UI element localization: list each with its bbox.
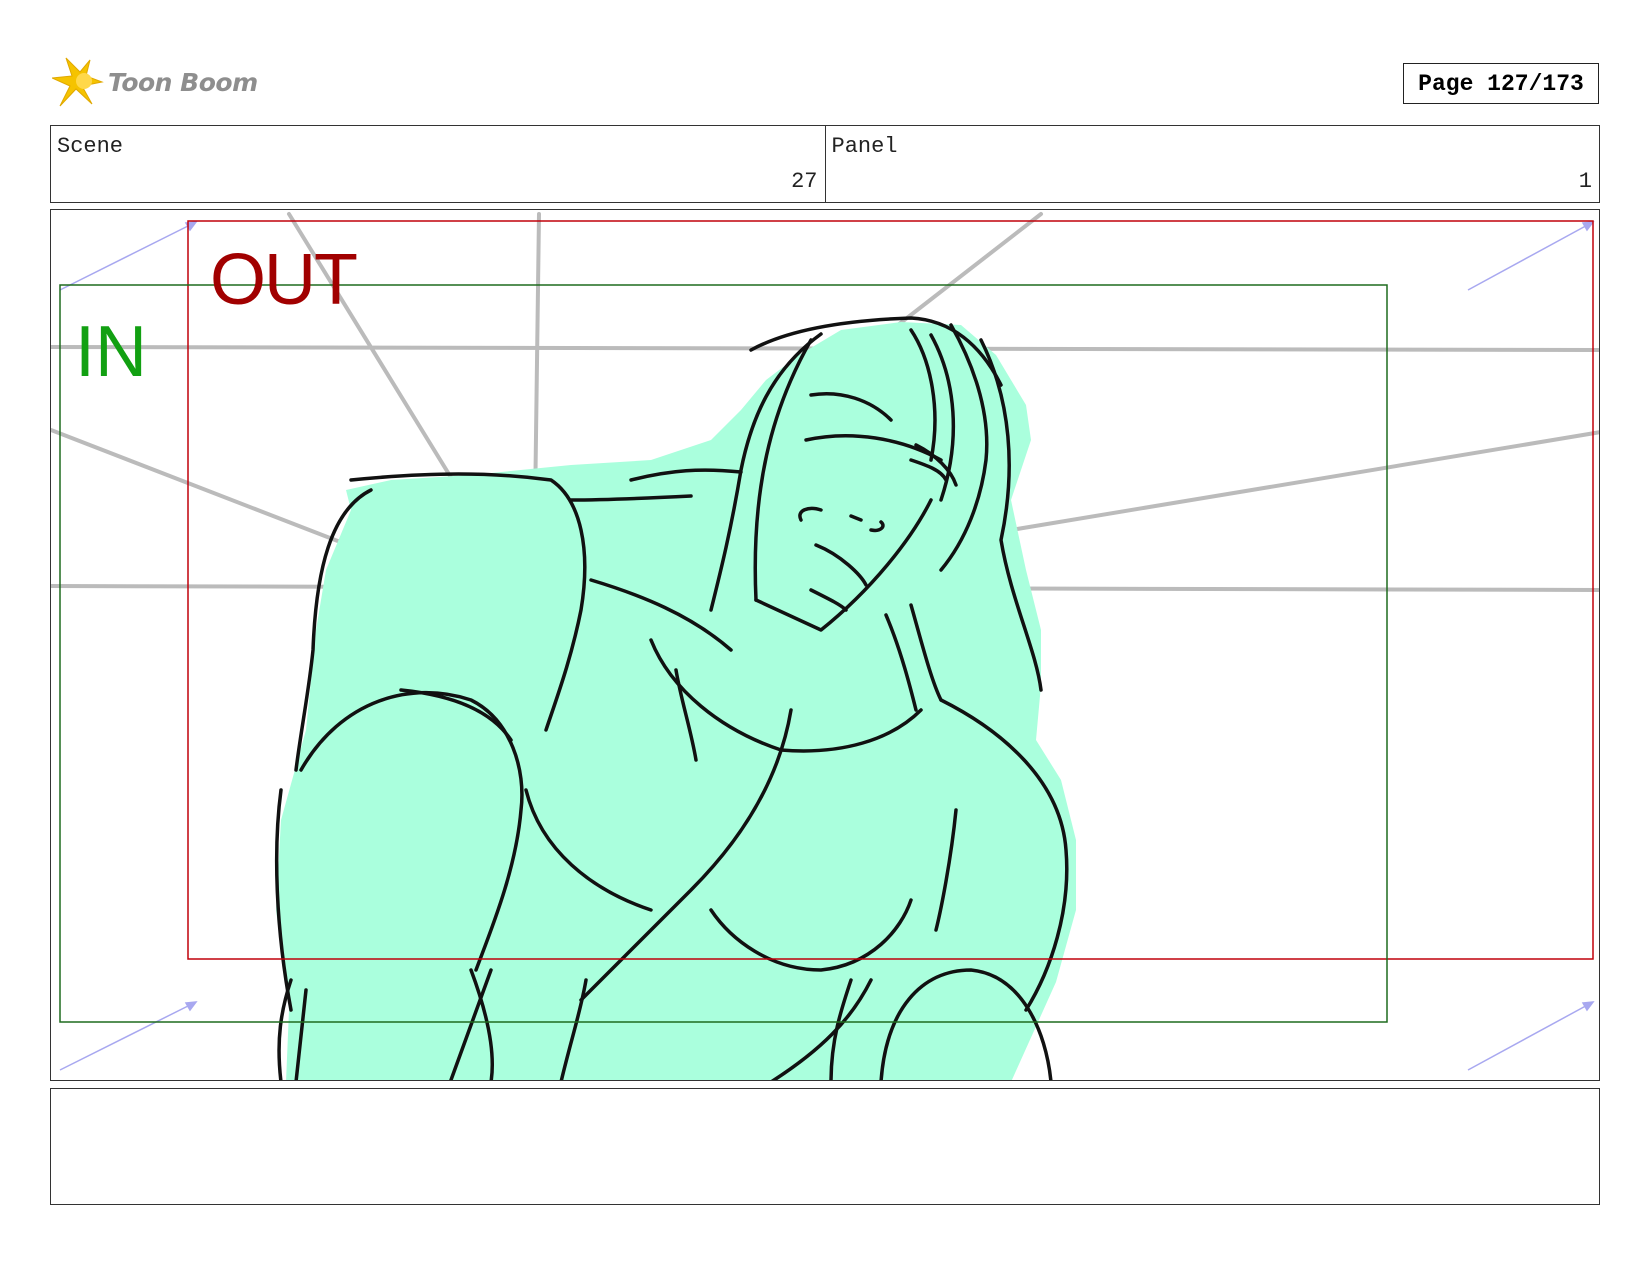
page-number: Page 127/173: [1403, 63, 1599, 104]
storyboard-panel: OUT IN: [50, 209, 1600, 1081]
panel-label: Panel: [831, 134, 898, 159]
scene-label: Scene: [57, 134, 124, 159]
star-burst-icon: [50, 57, 104, 107]
out-frame-label: OUT: [210, 240, 358, 320]
toon-boom-logo: Toon Boom: [50, 56, 262, 108]
scene-number: 27: [791, 169, 818, 194]
character-fill: [276, 322, 1076, 1080]
panel-notes-box[interactable]: [50, 1088, 1600, 1205]
in-frame-label: IN: [75, 312, 147, 392]
panel-cell: Panel 1: [824, 126, 1600, 202]
logo-text: Toon Boom: [108, 68, 258, 97]
scene-panel-header: Scene 27 Panel 1: [50, 125, 1600, 203]
panel-drawing: [51, 212, 1599, 1080]
scene-cell: Scene 27: [51, 126, 825, 202]
panel-number: 1: [1578, 169, 1592, 194]
